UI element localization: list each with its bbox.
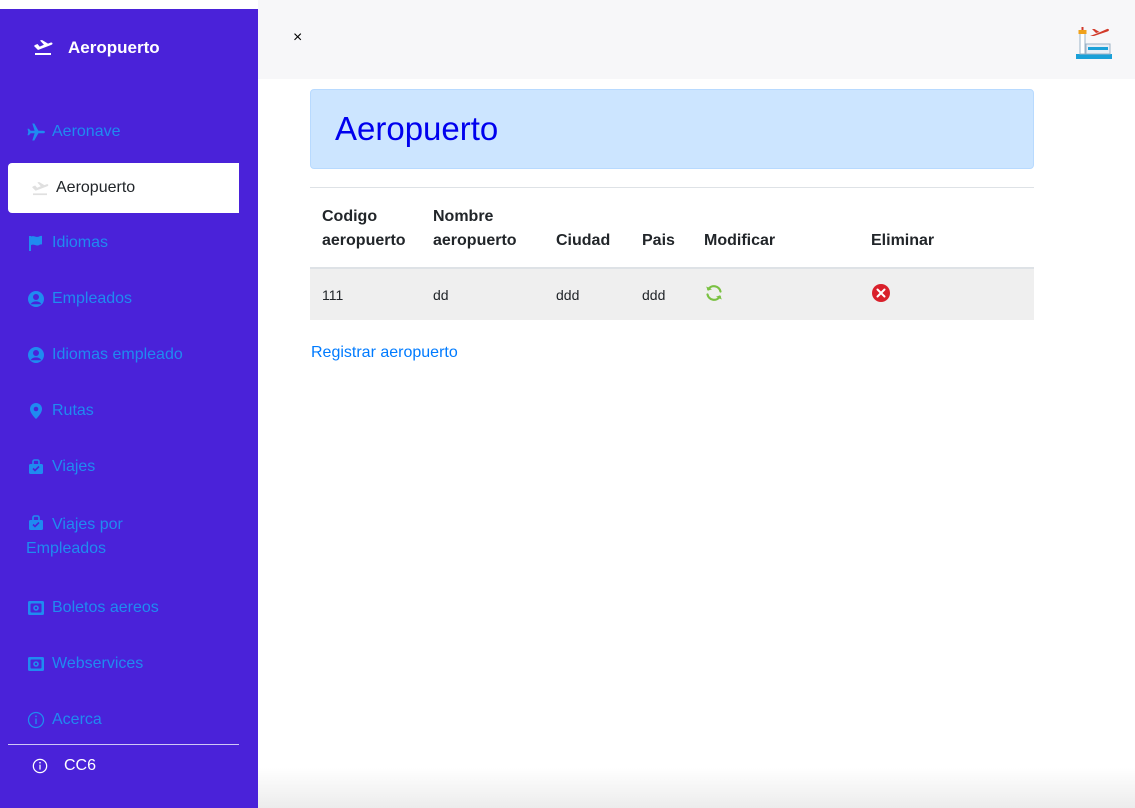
sidebar-item-wrap: Viajes por Empleados xyxy=(26,511,200,561)
ticket-icon xyxy=(26,598,46,618)
cell-eliminar xyxy=(859,268,1034,320)
column-header-nombre: Nombre aeropuerto xyxy=(421,187,544,269)
sidebar-item-label: Rutas xyxy=(52,402,94,419)
sidebar-item-label: Viajes xyxy=(52,458,96,475)
sidebar-item-label: Acerca xyxy=(52,711,102,728)
sidebar-item-label: Aeronave xyxy=(52,123,121,140)
plane-departure-icon xyxy=(30,179,50,199)
sidebar-item-aeronave[interactable]: Aeronave xyxy=(0,120,258,144)
sidebar-item-rutas[interactable]: Rutas xyxy=(0,399,258,423)
sidebar-brand[interactable]: Aeropuerto xyxy=(0,9,258,87)
topbar: × xyxy=(258,0,1135,79)
cell-modificar xyxy=(692,268,859,320)
sidebar-footer-label: CC6 xyxy=(64,757,97,774)
column-header-pais: Pais xyxy=(630,187,692,269)
column-header-eliminar: Eliminar xyxy=(859,187,1034,269)
cell-ciudad: ddd xyxy=(544,268,630,320)
column-header-modificar: Modificar xyxy=(692,187,859,269)
column-header-ciudad: Ciudad xyxy=(544,187,630,269)
column-header-codigo: Codigo aeropuerto xyxy=(310,187,421,269)
user-circle-icon xyxy=(26,289,46,309)
flag-icon xyxy=(26,233,46,253)
sidebar-item-idiomas[interactable]: Idiomas xyxy=(0,231,258,255)
sidebar-item-webservices[interactable]: Webservices xyxy=(0,652,258,676)
sidebar: Aeropuerto Aeronave Aeropuerto Idiomas E… xyxy=(0,9,258,808)
cell-nombre: dd xyxy=(421,268,544,320)
sidebar-item-viajes-por-empleados[interactable]: Viajes por Empleados xyxy=(0,511,200,561)
airport-logo-icon xyxy=(1074,24,1114,64)
register-airport-link[interactable]: Registrar aeropuerto xyxy=(311,344,458,362)
sidebar-item-aeropuerto[interactable]: Aeropuerto xyxy=(8,163,239,213)
plane-departure-icon xyxy=(33,40,53,56)
sidebar-item-label: Boletos aereos xyxy=(52,599,159,616)
close-icon[interactable]: × xyxy=(293,28,307,48)
plane-icon xyxy=(26,122,46,142)
sidebar-item-acerca[interactable]: Acerca xyxy=(0,708,258,732)
page-title: Aeropuerto xyxy=(335,110,499,147)
table-row: 111 dd ddd ddd xyxy=(310,268,1034,320)
sidebar-item-empleados[interactable]: Empleados xyxy=(0,287,258,311)
airports-table: Codigo aeropuerto Nombre aeropuerto Ciud… xyxy=(310,187,1034,320)
briefcase-icon xyxy=(26,513,46,533)
sidebar-item-boletos-aereos[interactable]: Boletos aereos xyxy=(0,596,258,620)
sidebar-footer: CC6 xyxy=(32,757,96,775)
ticket-icon xyxy=(26,654,46,674)
delete-icon[interactable] xyxy=(871,283,891,303)
sidebar-item-label: Empleados xyxy=(52,290,133,307)
sidebar-item-label: Idiomas xyxy=(52,234,109,251)
page-header: Aeropuerto xyxy=(310,89,1034,169)
sidebar-item-viajes[interactable]: Viajes xyxy=(0,455,258,479)
table-header-row: Codigo aeropuerto Nombre aeropuerto Ciud… xyxy=(310,187,1034,269)
user-circle-icon xyxy=(26,345,46,365)
map-marker-icon xyxy=(26,401,46,421)
cell-codigo: 111 xyxy=(310,268,421,320)
bottom-shade xyxy=(258,768,1135,808)
info-icon xyxy=(26,710,46,730)
brand-title: Aeropuerto xyxy=(68,38,160,57)
sidebar-divider xyxy=(8,744,239,745)
briefcase-icon xyxy=(26,457,46,477)
refresh-icon[interactable] xyxy=(704,283,724,303)
sidebar-item-label: Idiomas empleado xyxy=(52,346,183,363)
sidebar-item-idiomas-empleado[interactable]: Idiomas empleado xyxy=(0,343,258,367)
sidebar-item-label: Aeropuerto xyxy=(56,179,136,196)
info-icon xyxy=(32,758,48,774)
sidebar-item-label: Webservices xyxy=(52,655,144,672)
cell-pais: ddd xyxy=(630,268,692,320)
